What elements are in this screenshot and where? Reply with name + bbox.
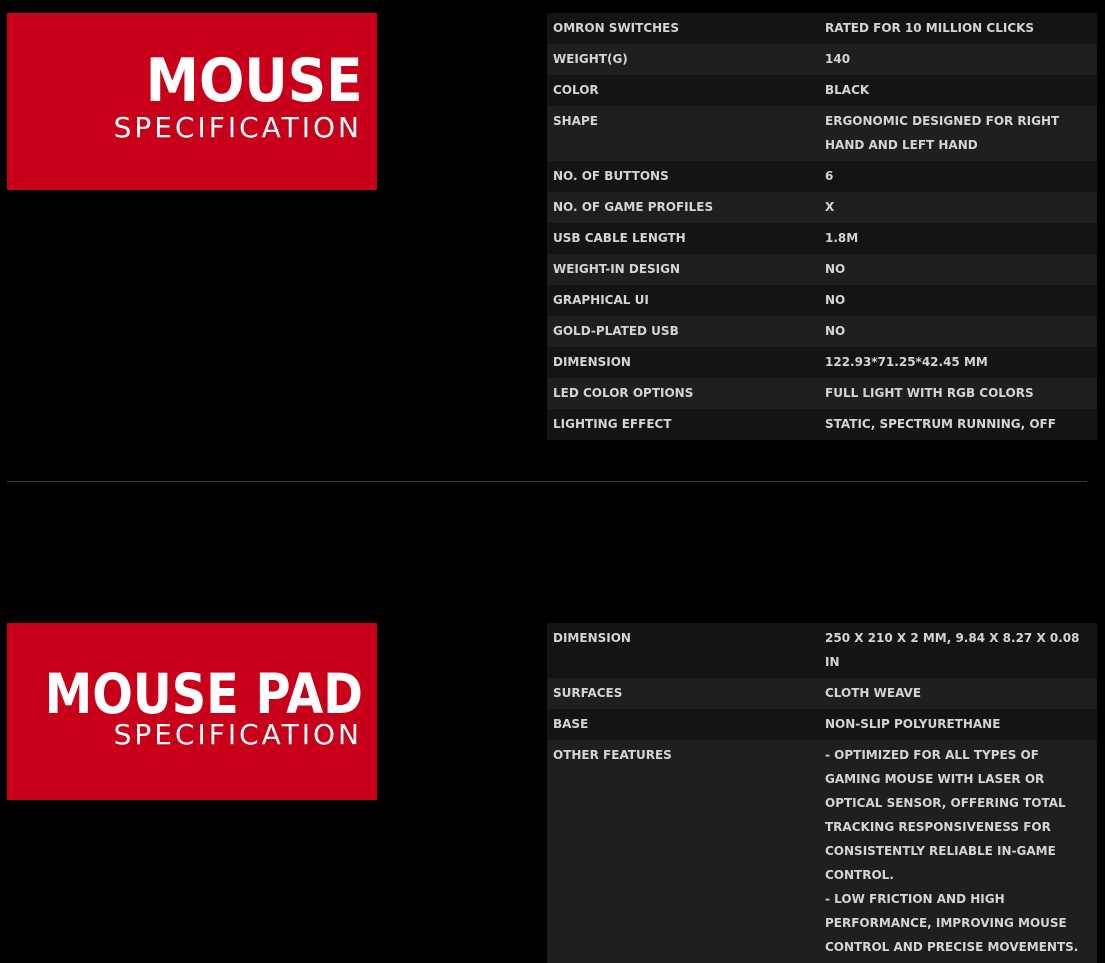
- spec-key: LED COLOR OPTIONS: [553, 386, 694, 400]
- mouse-spec-table: OMRON SWITCHES RATED FOR 10 MILLION CLICK…: [547, 13, 1097, 440]
- spec-row: USB CABLE LENGTH 1.8M: [547, 223, 1097, 254]
- spec-key: LIGHTING EFFECT: [553, 417, 672, 431]
- spec-row: DIMENSION 122.93*71.25*42.45 MM: [547, 347, 1097, 378]
- spec-row: SURFACES CLOTH WEAVE: [547, 678, 1097, 709]
- spec-row: LED COLOR OPTIONS FULL LIGHT WITH RGB COL…: [547, 378, 1097, 409]
- spec-key: OTHER FEATURES: [553, 748, 672, 762]
- spec-key: NO. OF BUTTONS: [553, 169, 669, 183]
- spec-value: BLACK: [825, 83, 870, 97]
- spec-value: - OPTIMIZED FOR ALL TYPES OF GAMING MOUS…: [825, 748, 1079, 954]
- spec-value: RATED FOR 10 MILLION CLICKS: [825, 21, 1035, 35]
- spec-key: GRAPHICAL UI: [553, 293, 649, 307]
- section-divider: [7, 481, 1087, 482]
- spec-value: ERGONOMIC DESIGNED FOR RIGHT HAND AND LE…: [825, 114, 1060, 152]
- spec-value: 250 X 210 X 2 MM, 9.84 X 8.27 X 0.08 IN: [825, 631, 1080, 669]
- banner-subtitle: SPECIFICATION: [113, 111, 362, 144]
- spec-row: GOLD-PLATED USB NO: [547, 316, 1097, 347]
- mousepad-spec-table: DIMENSION 250 X 210 X 2 MM, 9.84 X 8.27 X…: [547, 623, 1097, 963]
- spec-key: COLOR: [553, 83, 599, 97]
- spec-key: SHAPE: [553, 114, 598, 128]
- spec-row: COLOR BLACK: [547, 75, 1097, 106]
- spec-value: STATIC, SPECTRUM RUNNING, OFF: [825, 417, 1056, 431]
- spec-value: NO: [825, 293, 846, 307]
- spec-key: BASE: [553, 717, 589, 731]
- spec-row: DIMENSION 250 X 210 X 2 MM, 9.84 X 8.27 X…: [547, 623, 1097, 678]
- spec-key: DIMENSION: [553, 355, 631, 369]
- spec-value: NON-SLIP POLYURETHANE: [825, 717, 1001, 731]
- spec-key: NO. OF GAME PROFILES: [553, 200, 714, 214]
- spec-key: SURFACES: [553, 686, 623, 700]
- spec-key: DIMENSION: [553, 631, 631, 645]
- spec-row: WEIGHT-IN DESIGN NO: [547, 254, 1097, 285]
- spec-row: SHAPE ERGONOMIC DESIGNED FOR RIGHT HAND A…: [547, 106, 1097, 161]
- spec-row: OMRON SWITCHES RATED FOR 10 MILLION CLICK…: [547, 13, 1097, 44]
- spec-value: X: [825, 200, 835, 214]
- mousepad-specification-banner: MOUSE PAD SPECIFICATION: [7, 623, 377, 800]
- spec-row: GRAPHICAL UI NO: [547, 285, 1097, 316]
- spec-key: WEIGHT(G): [553, 52, 628, 66]
- spec-row: WEIGHT(G) 140: [547, 44, 1097, 75]
- spec-row: NO. OF BUTTONS 6: [547, 161, 1097, 192]
- spec-value: FULL LIGHT WITH RGB COLORS: [825, 386, 1034, 400]
- spec-value: NO: [825, 262, 846, 276]
- spec-key: OMRON SWITCHES: [553, 21, 680, 35]
- spec-key: GOLD-PLATED USB: [553, 324, 679, 338]
- spec-value: 122.93*71.25*42.45 MM: [825, 355, 988, 369]
- spec-value: 1.8M: [825, 231, 859, 245]
- spec-value: 140: [825, 52, 851, 66]
- spec-row: NO. OF GAME PROFILES X: [547, 192, 1097, 223]
- banner-title: MOUSE: [146, 46, 363, 116]
- spec-row: BASE NON-SLIP POLYURETHANE: [547, 709, 1097, 740]
- banner-title: MOUSE PAD: [44, 662, 363, 726]
- spec-key: WEIGHT-IN DESIGN: [553, 262, 681, 276]
- spec-row: OTHER FEATURES - OPTIMIZED FOR ALL TYPES …: [547, 740, 1097, 963]
- spec-key: USB CABLE LENGTH: [553, 231, 686, 245]
- mouse-specification-banner: MOUSE SPECIFICATION: [7, 13, 377, 190]
- spec-row: LIGHTING EFFECT STATIC, SPECTRUM RUNNING,…: [547, 409, 1097, 440]
- spec-value: NO: [825, 324, 846, 338]
- banner-subtitle: SPECIFICATION: [113, 718, 362, 751]
- spec-value: CLOTH WEAVE: [825, 686, 922, 700]
- spec-value: 6: [825, 169, 834, 183]
